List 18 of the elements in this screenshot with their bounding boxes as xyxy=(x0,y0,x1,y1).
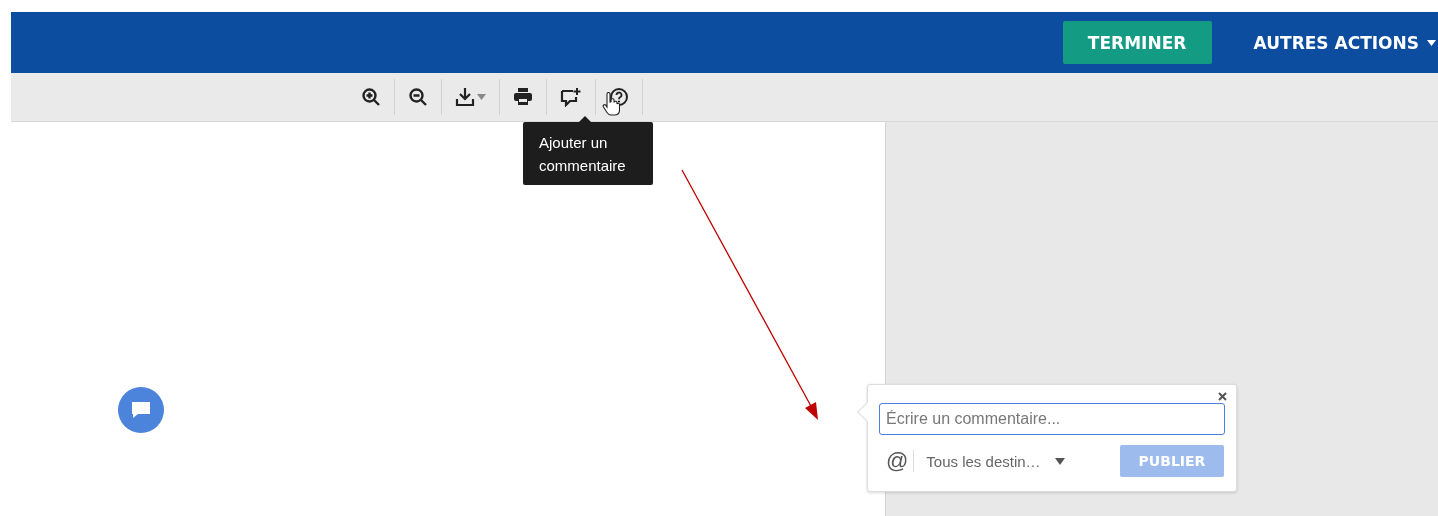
finish-button[interactable]: TERMINER xyxy=(1062,21,1212,64)
download-icon xyxy=(455,87,475,107)
zoom-in-icon xyxy=(361,87,381,107)
close-icon[interactable] xyxy=(1218,392,1227,401)
zoom-out-icon xyxy=(408,87,428,107)
caret-icon xyxy=(477,94,486,100)
recipients-dropdown[interactable]: Tous les destin… xyxy=(926,452,1065,470)
tooltip-text: Ajouter un commentaire xyxy=(539,133,627,176)
mention-button[interactable]: @ xyxy=(879,448,914,474)
caret-icon xyxy=(1427,39,1436,46)
hand-cursor-icon xyxy=(602,92,620,116)
comment-marker-icon[interactable] xyxy=(118,387,164,433)
comment-input-field[interactable]: Écrire un commentaire... xyxy=(879,403,1225,435)
help-icon xyxy=(609,87,629,107)
add-comment-icon xyxy=(560,87,582,107)
printer-icon xyxy=(513,87,533,107)
caret-icon xyxy=(1054,457,1065,465)
more-actions-menu[interactable]: AUTRES ACTIONS xyxy=(1253,32,1436,53)
